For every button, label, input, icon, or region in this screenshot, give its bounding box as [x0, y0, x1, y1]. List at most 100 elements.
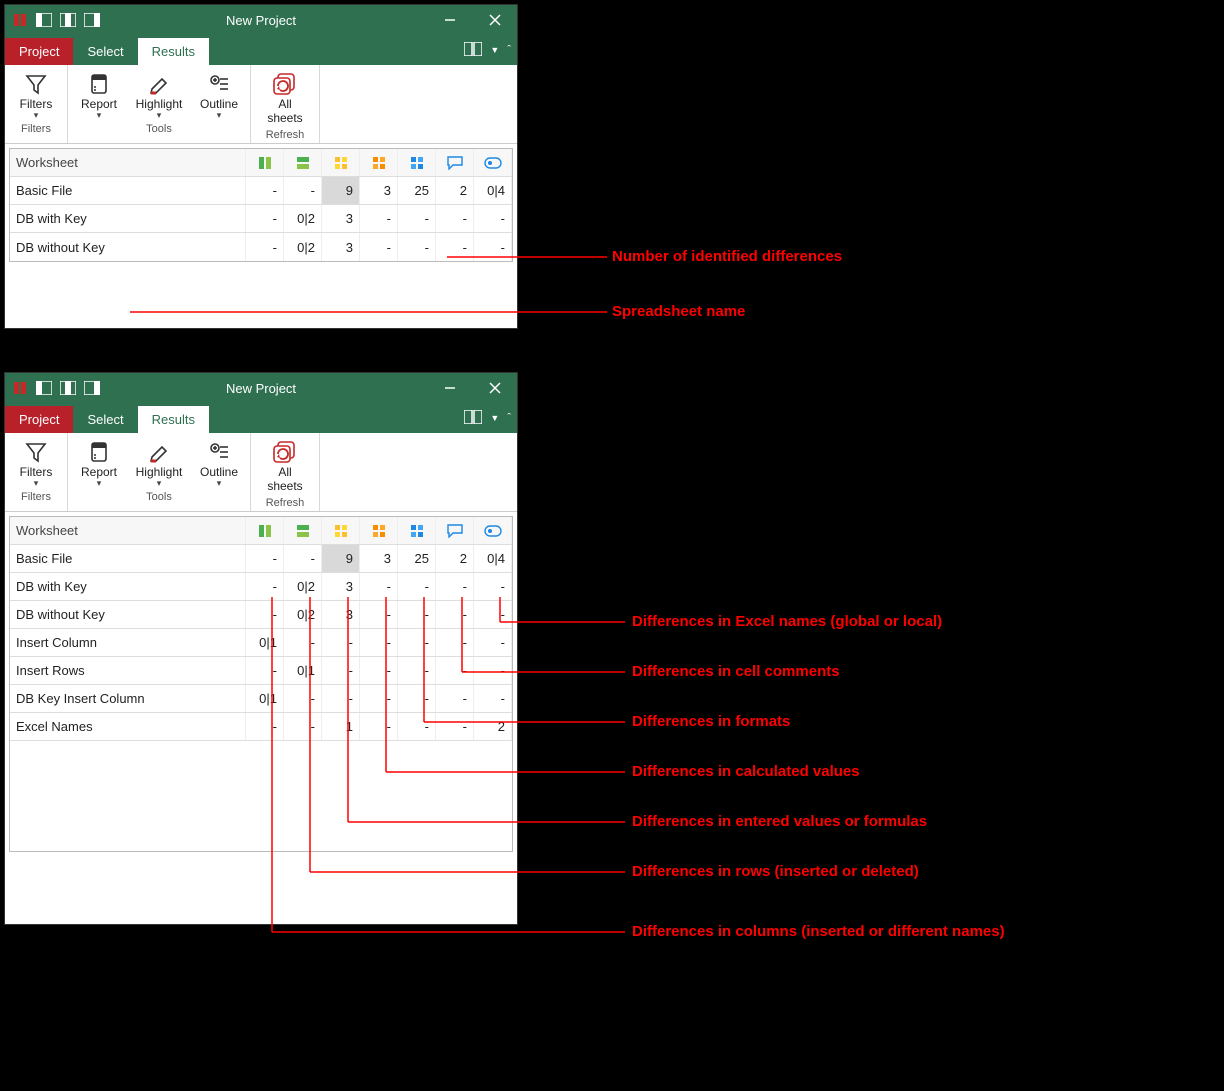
grid-cell[interactable]: -	[246, 233, 284, 261]
calc-icon[interactable]	[360, 149, 398, 176]
grid-cell[interactable]: 0|2	[284, 205, 322, 232]
grid-cell[interactable]: 2	[436, 177, 474, 204]
worksheet-name[interactable]: DB without Key	[10, 601, 246, 628]
grid-cell[interactable]: -	[246, 573, 284, 600]
grid-cell[interactable]: 25	[398, 545, 436, 572]
format-icon[interactable]	[398, 149, 436, 176]
grid-cell[interactable]: -	[436, 657, 474, 684]
table-row[interactable]: DB with Key -0|23----	[10, 205, 512, 233]
grid-cell[interactable]: -	[398, 233, 436, 261]
grid-cell[interactable]: 9	[322, 545, 360, 572]
tab-results[interactable]: Results	[138, 38, 209, 65]
columns-icon[interactable]	[246, 517, 284, 544]
tab-project[interactable]: Project	[5, 38, 73, 65]
layout-center-icon[interactable]	[59, 379, 77, 397]
minimize-button[interactable]	[427, 5, 472, 35]
grid-cell[interactable]: -	[284, 545, 322, 572]
grid-cell[interactable]: -	[398, 657, 436, 684]
highlight-button[interactable]: Highlight ▾	[134, 69, 184, 121]
grid-cell[interactable]: -	[360, 685, 398, 712]
grid-cell[interactable]: 2	[436, 545, 474, 572]
layout-right-icon[interactable]	[83, 379, 101, 397]
grid-cell[interactable]: -	[398, 601, 436, 628]
worksheet-name[interactable]: DB without Key	[10, 233, 246, 261]
comment-icon[interactable]	[436, 149, 474, 176]
grid-cell[interactable]: -	[436, 629, 474, 656]
grid-cell[interactable]: -	[474, 657, 512, 684]
worksheet-name[interactable]: DB Key Insert Column	[10, 685, 246, 712]
table-row[interactable]: DB without Key -0|23----	[10, 601, 512, 629]
worksheet-name[interactable]: Basic File	[10, 545, 246, 572]
collapse-ribbon-icon[interactable]: ˆ	[507, 44, 511, 56]
grid-cell[interactable]: -	[436, 573, 474, 600]
close-button[interactable]	[472, 373, 517, 403]
rows-icon[interactable]	[284, 517, 322, 544]
grid-cell[interactable]: -	[360, 713, 398, 740]
grid-cell[interactable]: 3	[322, 573, 360, 600]
filters-button[interactable]: Filters ▾	[11, 69, 61, 121]
tab-select[interactable]: Select	[73, 38, 137, 65]
close-button[interactable]	[472, 5, 517, 35]
entered-icon[interactable]	[322, 517, 360, 544]
layout-center-icon[interactable]	[59, 11, 77, 29]
dropdown-icon[interactable]: ▼	[490, 413, 499, 423]
grid-cell[interactable]: -	[474, 601, 512, 628]
grid-cell[interactable]: -	[398, 713, 436, 740]
rows-icon[interactable]	[284, 149, 322, 176]
tab-results[interactable]: Results	[138, 406, 209, 433]
layout-toggle-icon[interactable]	[464, 42, 482, 59]
table-row[interactable]: DB with Key -0|23----	[10, 573, 512, 601]
grid-cell[interactable]: -	[246, 545, 284, 572]
grid-cell[interactable]: -	[474, 205, 512, 232]
grid-cell[interactable]: 2	[474, 713, 512, 740]
tab-project[interactable]: Project	[5, 406, 73, 433]
worksheet-name[interactable]: Insert Rows	[10, 657, 246, 684]
collapse-ribbon-icon[interactable]: ˆ	[507, 412, 511, 424]
outline-button[interactable]: Outline ▾	[194, 69, 244, 121]
grid-cell[interactable]: -	[322, 685, 360, 712]
layout-toggle-icon[interactable]	[464, 410, 482, 427]
table-row[interactable]: Basic File --932520|4	[10, 545, 512, 573]
all-sheets-button[interactable]: All sheets	[257, 69, 313, 127]
grid-cell[interactable]: -	[360, 233, 398, 261]
minimize-button[interactable]	[427, 373, 472, 403]
grid-cell[interactable]: 3	[322, 601, 360, 628]
table-row[interactable]: Insert Rows -0|1-----	[10, 657, 512, 685]
grid-cell[interactable]: -	[284, 685, 322, 712]
outline-button[interactable]: Outline▾	[194, 437, 244, 489]
grid-cell[interactable]: -	[398, 573, 436, 600]
grid-cell[interactable]: 3	[360, 177, 398, 204]
table-row[interactable]: DB without Key -0|23----	[10, 233, 512, 261]
grid-cell[interactable]: 3	[322, 205, 360, 232]
grid-cell[interactable]: -	[322, 629, 360, 656]
grid-cell[interactable]: 0|4	[474, 177, 512, 204]
worksheet-name[interactable]: DB with Key	[10, 205, 246, 232]
grid-cell[interactable]: 0|4	[474, 545, 512, 572]
grid-cell[interactable]: -	[474, 685, 512, 712]
table-row[interactable]: Insert Column 0|1------	[10, 629, 512, 657]
grid-cell[interactable]: -	[360, 629, 398, 656]
grid-cell[interactable]: -	[474, 629, 512, 656]
grid-cell[interactable]: -	[360, 601, 398, 628]
grid-cell[interactable]: 1	[322, 713, 360, 740]
worksheet-name[interactable]: DB with Key	[10, 573, 246, 600]
report-button[interactable]: Report ▾	[74, 69, 124, 121]
dropdown-icon[interactable]: ▼	[490, 45, 499, 55]
tab-select[interactable]: Select	[73, 406, 137, 433]
grid-cell[interactable]: -	[284, 177, 322, 204]
grid-cell[interactable]: 0|2	[284, 233, 322, 261]
grid-cell[interactable]: 0|2	[284, 601, 322, 628]
names-icon[interactable]	[474, 517, 512, 544]
grid-cell[interactable]: -	[284, 629, 322, 656]
worksheet-name[interactable]: Excel Names	[10, 713, 246, 740]
all-sheets-button[interactable]: All sheets	[257, 437, 313, 495]
comment-icon[interactable]	[436, 517, 474, 544]
grid-cell[interactable]: 25	[398, 177, 436, 204]
grid-cell[interactable]: -	[436, 685, 474, 712]
table-row[interactable]: DB Key Insert Column 0|1------	[10, 685, 512, 713]
filters-button[interactable]: Filters▾	[11, 437, 61, 489]
names-icon[interactable]	[474, 149, 512, 176]
grid-cell[interactable]: -	[436, 601, 474, 628]
grid-cell[interactable]: -	[398, 685, 436, 712]
worksheet-name[interactable]: Basic File	[10, 177, 246, 204]
